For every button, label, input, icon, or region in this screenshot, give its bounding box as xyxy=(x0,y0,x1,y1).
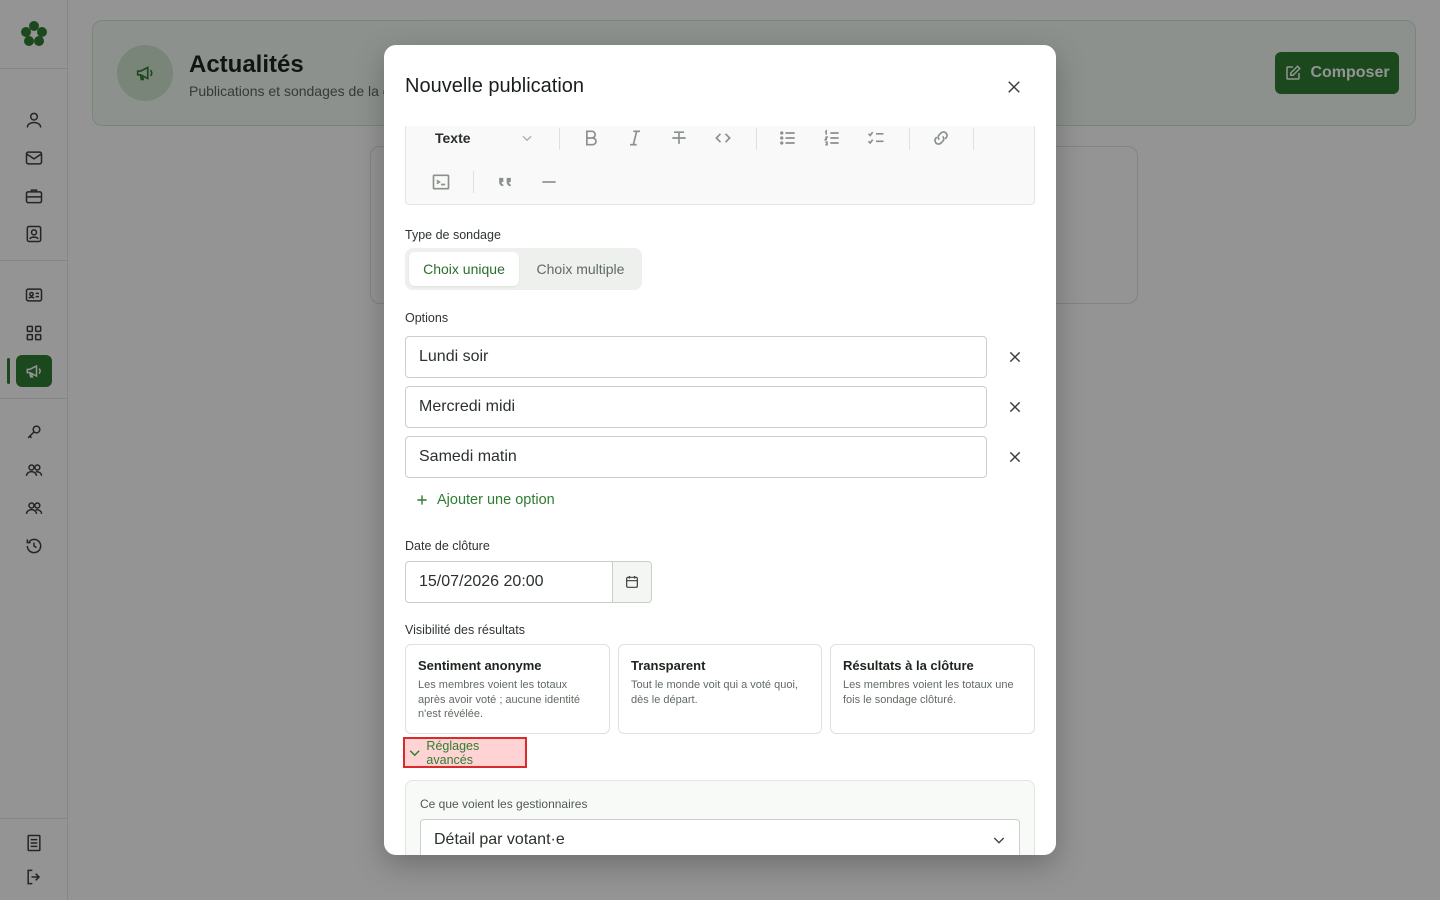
link-icon xyxy=(934,131,948,145)
close-icon xyxy=(1009,401,1021,413)
plus-icon xyxy=(417,495,427,505)
close-icon xyxy=(1009,451,1021,463)
code-button[interactable] xyxy=(709,126,737,152)
toolbar-divider xyxy=(909,128,910,150)
chevron-down-icon xyxy=(409,749,420,756)
advanced-settings-label: Réglages avancés xyxy=(426,738,480,767)
horizontal-rule-button[interactable] xyxy=(535,168,563,196)
visibility-option-title: Transparent xyxy=(631,658,706,673)
visibility-option-title: Sentiment anonyme xyxy=(418,658,542,673)
chevron-down-icon xyxy=(993,837,1005,844)
advanced-settings-panel: Ce que voient les gestionnaires Détail p… xyxy=(405,780,1035,855)
toolbar-divider xyxy=(973,128,974,150)
code-block-button[interactable] xyxy=(427,168,455,196)
close-icon xyxy=(1009,351,1021,363)
remove-option-button[interactable] xyxy=(1004,346,1026,368)
link-button[interactable] xyxy=(927,126,955,152)
managers-view-label: Ce que voient les gestionnaires xyxy=(420,797,588,811)
remove-option-button[interactable] xyxy=(1004,446,1026,468)
visibility-label: Visibilité des résultats xyxy=(405,623,525,637)
remove-option-button[interactable] xyxy=(1004,396,1026,418)
add-option-button[interactable]: Ajouter une option xyxy=(415,492,555,508)
strikethrough-icon xyxy=(672,131,686,144)
calendar-icon xyxy=(626,576,638,588)
toolbar-divider xyxy=(559,128,560,150)
close-date-label: Date de clôture xyxy=(405,539,490,553)
modal-title: Nouvelle publication xyxy=(405,75,585,97)
chevron-down-icon xyxy=(522,135,532,142)
close-icon xyxy=(1008,81,1020,93)
add-option-label: Ajouter une option xyxy=(437,492,555,508)
option-input[interactable]: Lundi soir xyxy=(405,336,987,378)
visibility-option-anonymous[interactable]: Sentiment anonyme Les membres voient les… xyxy=(405,644,610,734)
single-choice-option[interactable]: Choix unique xyxy=(409,252,519,286)
checklist-button[interactable] xyxy=(862,126,890,152)
italic-button[interactable] xyxy=(621,126,649,152)
bold-button[interactable] xyxy=(577,126,605,152)
checklist-icon xyxy=(867,131,884,145)
options-label: Options xyxy=(405,311,449,325)
option-input[interactable]: Mercredi midi xyxy=(405,386,987,428)
managers-view-select[interactable]: Détail par votant·e xyxy=(420,819,1020,855)
new-post-modal: Nouvelle publication Texte Type de sonda… xyxy=(384,45,1056,855)
toolbar-divider xyxy=(756,128,757,150)
text-style-select[interactable]: Texte xyxy=(435,130,471,146)
close-date-input[interactable]: 15/07/2026 20:00 xyxy=(405,561,613,603)
visibility-option-title: Résultats à la clôture xyxy=(843,658,974,673)
bullet-list-button[interactable] xyxy=(774,126,802,152)
visibility-option-desc: Les membres voient les totaux après avoi… xyxy=(418,679,581,720)
ordered-list-button[interactable] xyxy=(818,126,846,152)
bold-icon xyxy=(586,130,597,146)
visibility-option-at-close[interactable]: Résultats à la clôture Les membres voien… xyxy=(830,644,1035,734)
horizontal-rule-icon xyxy=(542,181,556,183)
poll-type-label: Type de sondage xyxy=(405,228,501,242)
visibility-option-desc: Les membres voient les totaux une fois l… xyxy=(843,679,1014,706)
editor-toolbar: Texte xyxy=(405,126,1035,205)
ordered-list-icon xyxy=(823,129,839,146)
toolbar-divider xyxy=(473,171,474,193)
modal-body[interactable]: Texte Type de sondage Choix unique Choix… xyxy=(384,126,1056,855)
visibility-option-desc: Tout le monde voit qui a voté quoi, dès … xyxy=(631,679,798,706)
poll-type-toggle: Choix unique Choix multiple xyxy=(405,248,642,290)
code-icon xyxy=(715,133,731,143)
bullet-list-icon xyxy=(780,131,795,145)
advanced-settings-toggle[interactable]: Réglages avancés xyxy=(403,737,527,768)
italic-icon xyxy=(630,130,640,146)
blockquote-button[interactable] xyxy=(491,168,519,196)
multiple-choice-option[interactable]: Choix multiple xyxy=(523,252,638,286)
option-input[interactable]: Samedi matin xyxy=(405,436,987,478)
visibility-option-transparent[interactable]: Transparent Tout le monde voit qui a vot… xyxy=(618,644,822,734)
calendar-button[interactable] xyxy=(612,561,652,603)
quote-icon xyxy=(499,177,511,187)
managers-view-value: Détail par votant·e xyxy=(434,831,565,848)
strikethrough-button[interactable] xyxy=(665,126,693,152)
close-modal-button[interactable] xyxy=(1002,75,1026,99)
terminal-icon xyxy=(432,174,450,190)
